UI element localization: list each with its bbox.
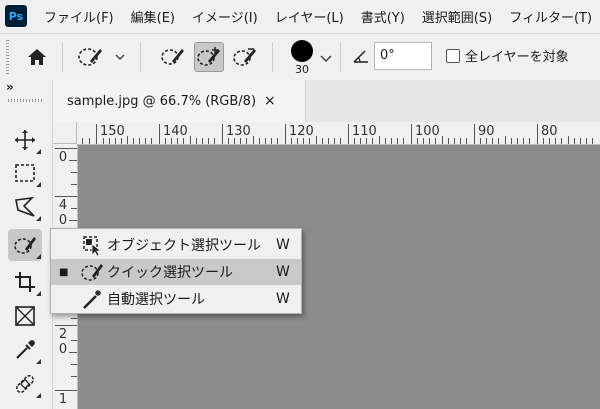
more-tools-indicator (36, 291, 41, 296)
eyedropper-tool[interactable] (8, 334, 42, 366)
rectangular-marquee-icon (15, 164, 35, 182)
subtract-from-selection-button[interactable] (230, 42, 260, 72)
options-bar-grip[interactable] (6, 40, 9, 74)
lasso-tool[interactable] (8, 191, 42, 223)
ruler-label: 80 (541, 124, 558, 139)
panel-grip[interactable] (8, 99, 42, 102)
ruler-ticks (53, 122, 593, 144)
quick-selection-icon (14, 237, 36, 254)
add-to-selection-button[interactable] (194, 42, 224, 72)
tool-preset-picker[interactable] (74, 42, 130, 72)
chevron-down-icon (320, 55, 332, 63)
ruler-label: 140 (163, 124, 188, 139)
move-icon (15, 130, 35, 150)
menu-filter[interactable]: フィルター(T) (509, 7, 592, 26)
quick-selection-preset-icon (78, 48, 125, 66)
ruler-label: 110 (352, 124, 377, 139)
menu-bar: Ps ファイル(F) 編集(E) イメージ(I) レイヤー(L) 書式(Y) 選… (0, 0, 600, 32)
angle-input[interactable]: 0° (374, 42, 432, 70)
crop-icon (15, 272, 35, 292)
frame-icon (15, 306, 35, 326)
new-selection-button[interactable] (158, 42, 188, 72)
flyout-item-label: クイック選択ツール (107, 265, 233, 281)
collapse-panel-button[interactable]: » (6, 80, 14, 94)
magic-wand-icon (79, 287, 105, 311)
ruler-label: 20 (58, 327, 68, 357)
bandage-icon (16, 375, 34, 393)
menu-type[interactable]: 書式(Y) (361, 7, 405, 26)
tools-panel: » (0, 80, 53, 409)
separator (272, 42, 273, 72)
selection-tools-flyout: オブジェクト選択ツール W ■ クイック選択ツール W 自動選択ツール W (50, 228, 302, 314)
more-tools-indicator (36, 216, 41, 221)
menu-file[interactable]: ファイル(F) (44, 7, 114, 26)
add-selection-icon (197, 47, 220, 66)
ruler-label: 120 (289, 124, 314, 139)
close-tab-button[interactable]: × (264, 93, 276, 109)
brush-tip-icon (291, 40, 313, 62)
horizontal-ruler: 150 140 130 120 110 100 90 80 (53, 122, 600, 145)
photoshop-logo: Ps (5, 5, 27, 27)
selected-marker: ■ (59, 266, 69, 278)
brush-picker[interactable]: 30 (288, 38, 316, 78)
quick-selection-icon (79, 260, 105, 284)
marquee-tool[interactable] (8, 157, 42, 189)
object-selection-icon (79, 233, 105, 257)
ruler-label: 40 (58, 198, 68, 228)
crop-tool[interactable] (8, 266, 42, 298)
sample-all-layers-label: 全レイヤーを対象 (465, 50, 569, 65)
ruler-label: 0 (58, 150, 68, 165)
document-tab-title: sample.jpg @ 66.7% (RGB/8) (67, 93, 257, 109)
flyout-item-label: オブジェクト選択ツール (107, 238, 261, 254)
brush-size-label: 30 (295, 63, 309, 76)
subtract-selection-icon (233, 48, 256, 66)
more-tools-indicator (36, 393, 41, 398)
flyout-item-object-selection[interactable]: オブジェクト選択ツール W (51, 232, 301, 258)
flyout-item-shortcut: W (276, 264, 290, 280)
eyedropper-icon (16, 340, 35, 359)
menu-select[interactable]: 選択範囲(S) (422, 7, 492, 26)
brush-dropdown[interactable] (320, 49, 332, 68)
menu-layer[interactable]: レイヤー(L) (275, 7, 344, 26)
flyout-item-magic-wand[interactable]: 自動選択ツール W (51, 286, 301, 312)
more-tools-indicator (36, 359, 41, 364)
polygonal-lasso-icon (15, 196, 35, 217)
separator (140, 42, 141, 72)
sample-all-layers-checkbox[interactable] (446, 49, 460, 63)
more-tools-indicator (36, 254, 41, 259)
more-tools-indicator (36, 182, 41, 187)
home-icon (28, 49, 46, 65)
move-tool[interactable] (8, 124, 42, 156)
ruler-label: 1 (58, 392, 68, 407)
menu-edit[interactable]: 編集(E) (131, 7, 175, 26)
document-tab-strip: sample.jpg @ 66.7% (RGB/8) × (53, 80, 600, 122)
angle-icon (352, 48, 370, 68)
frame-tool[interactable] (8, 300, 42, 332)
healing-brush-tool[interactable] (8, 368, 42, 400)
document-tab[interactable]: sample.jpg @ 66.7% (RGB/8) × (53, 80, 306, 122)
more-tools-indicator (36, 149, 41, 154)
flyout-item-label: 自動選択ツール (107, 292, 205, 308)
ruler-label: 150 (100, 124, 125, 139)
separator (340, 42, 341, 72)
ruler-origin[interactable] (53, 122, 77, 144)
flyout-item-shortcut: W (276, 291, 290, 307)
menu-items: ファイル(F) 編集(E) イメージ(I) レイヤー(L) 書式(Y) 選択範囲… (44, 0, 592, 32)
flyout-item-quick-selection[interactable]: ■ クイック選択ツール W (51, 259, 301, 285)
ruler-label: 100 (415, 124, 440, 139)
separator (62, 42, 63, 72)
ruler-label: 130 (226, 124, 251, 139)
new-selection-icon (161, 49, 184, 65)
flyout-item-shortcut: W (276, 237, 290, 253)
quick-selection-tool[interactable] (8, 229, 42, 261)
ruler-label: 90 (478, 124, 495, 139)
home-button[interactable] (22, 42, 52, 72)
menu-image[interactable]: イメージ(I) (192, 7, 258, 26)
options-bar: 30 0° 全レイヤーを対象 (0, 33, 600, 81)
